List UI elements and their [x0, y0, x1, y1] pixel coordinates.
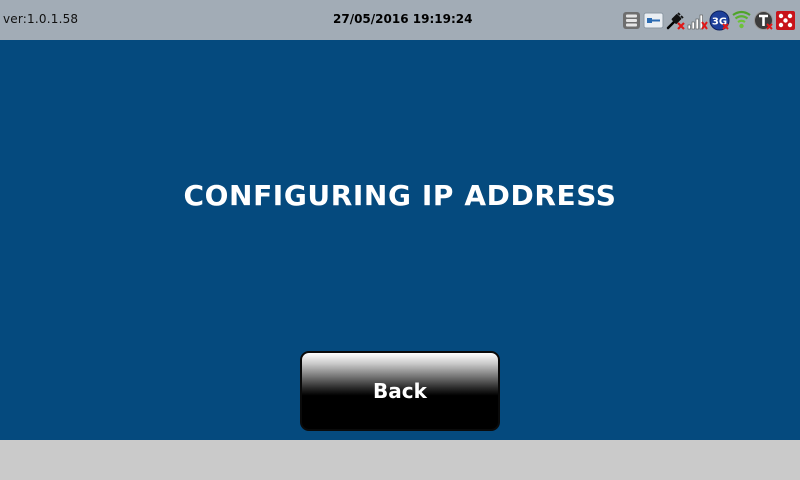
ethernet-icon	[643, 12, 664, 28]
version-label: ver:1.0.1.58	[3, 12, 79, 26]
status-bar: ver:1.0.1.58 27/05/2016 19:19:24 3G	[0, 0, 800, 40]
datetime-label: 27/05/2016 19:19:24	[333, 12, 473, 26]
page-title: CONFIGURING IP ADDRESS	[183, 179, 617, 212]
main-panel: CONFIGURING IP ADDRESS Back	[0, 40, 800, 440]
printer-status-icon	[776, 10, 795, 30]
usb-plug-icon	[666, 11, 685, 30]
back-button[interactable]: Back	[300, 351, 500, 431]
footer-bar	[0, 440, 800, 480]
wifi-icon	[732, 10, 751, 28]
storage-icon	[623, 11, 640, 29]
status-tray: 3G	[621, 9, 796, 31]
signal-bars-icon	[687, 14, 708, 30]
3g-icon: 3G	[709, 10, 730, 30]
t-badge-icon	[754, 10, 773, 30]
